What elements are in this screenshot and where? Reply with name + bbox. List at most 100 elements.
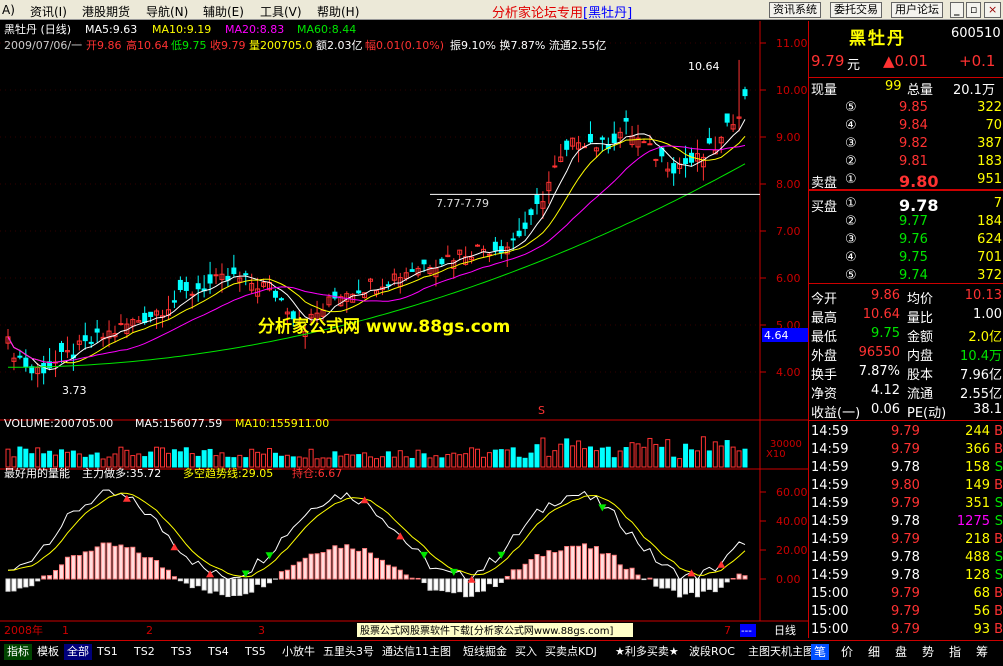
menu-item-assist[interactable]: 辅助(E) bbox=[203, 3, 244, 20]
volume-bar bbox=[385, 451, 391, 468]
volume-bar bbox=[165, 452, 171, 468]
indicator-bar bbox=[433, 578, 439, 591]
trade-button[interactable]: 委托交易 bbox=[830, 2, 882, 18]
bottom-tab[interactable]: 小放牛 bbox=[279, 644, 318, 660]
forum-button[interactable]: 用户论坛 bbox=[891, 2, 943, 18]
tick-volume: 56 bbox=[973, 604, 990, 619]
news-system-button[interactable]: 资讯系统 bbox=[769, 2, 821, 18]
candle bbox=[171, 300, 177, 303]
volume-bar bbox=[195, 455, 201, 468]
indicator-long-short: 多空趋势线:29.05 bbox=[183, 466, 273, 480]
candle bbox=[142, 312, 148, 324]
indicator-bar bbox=[35, 578, 41, 582]
sell-price: 9.81 bbox=[899, 154, 928, 169]
volume-unit: X10 bbox=[766, 449, 786, 460]
volume-bar bbox=[665, 439, 671, 468]
indicator-bar bbox=[671, 578, 677, 591]
period-label[interactable]: 日线 bbox=[774, 623, 796, 637]
quote-tab[interactable]: 笔 bbox=[811, 644, 829, 660]
indicator-bar bbox=[320, 552, 326, 580]
menu-item-help[interactable]: 帮助(H) bbox=[317, 3, 359, 20]
quote-tab[interactable]: 筹 bbox=[973, 644, 991, 660]
candle bbox=[421, 259, 427, 265]
indicator-bar bbox=[106, 542, 112, 580]
bottom-tab[interactable]: TS1 bbox=[94, 644, 121, 660]
tick-price: 9.78 bbox=[891, 460, 920, 475]
menu-item-tools[interactable]: 工具(V) bbox=[260, 3, 302, 20]
candle bbox=[724, 113, 730, 123]
sell-arrow-icon bbox=[420, 551, 429, 559]
bottom-tab[interactable]: TS2 bbox=[131, 644, 158, 660]
volume-bar bbox=[29, 453, 35, 468]
bottom-tab[interactable]: TS4 bbox=[205, 644, 232, 660]
kline-chart[interactable]: 黑牡丹 (日线) MA5:9.63 MA10:9.19 MA20:8.83 MA… bbox=[0, 21, 808, 638]
stock-code: 600510 bbox=[951, 26, 1001, 41]
tick-time: 14:59 bbox=[811, 442, 849, 457]
indicator-bar bbox=[534, 553, 540, 580]
volume-bar bbox=[53, 454, 59, 468]
bottom-tab[interactable]: 全部 bbox=[64, 644, 92, 660]
indicator-bar bbox=[314, 553, 320, 580]
tick-row: 14:59 9.80 149 B bbox=[809, 477, 1003, 495]
volume-bar bbox=[469, 447, 475, 468]
bottom-tab[interactable]: ★利多买卖★ bbox=[612, 644, 682, 660]
indicator-bar bbox=[397, 569, 403, 580]
divider bbox=[809, 283, 1003, 284]
bottom-tab[interactable]: 通达信11主图 bbox=[379, 644, 454, 660]
volume-bar bbox=[421, 453, 427, 468]
volume-bar bbox=[154, 446, 160, 468]
price-change: ▲0.01 bbox=[883, 52, 928, 70]
tick-time: 14:59 bbox=[811, 550, 849, 565]
divider bbox=[809, 420, 1003, 421]
indicator-bar bbox=[284, 569, 290, 580]
menu-item-hk-futures[interactable]: 港股期货 bbox=[82, 3, 130, 20]
more-label[interactable]: --- bbox=[741, 626, 752, 637]
bottom-tab[interactable]: TS5 bbox=[242, 644, 269, 660]
volume-bar bbox=[356, 454, 362, 468]
ad-banner[interactable]: 股票公式网股票软件下载[分析家公式网www.88gs.com] bbox=[360, 624, 614, 637]
bottom-tab[interactable]: 买卖点KDJ bbox=[542, 644, 600, 660]
menu-item-navigate[interactable]: 导航(N) bbox=[146, 3, 188, 20]
menu-item[interactable]: A) bbox=[2, 3, 15, 17]
restore-button[interactable]: ▫ bbox=[966, 2, 982, 18]
indicator-bar bbox=[17, 578, 23, 589]
x-label-2008: 2008年 bbox=[4, 623, 43, 637]
bottom-tab[interactable]: 五里头3号 bbox=[320, 644, 377, 660]
quote-tab[interactable]: 价 bbox=[838, 644, 856, 660]
quote-tab[interactable]: 细 bbox=[865, 644, 883, 660]
minimize-button[interactable]: _ bbox=[950, 2, 964, 18]
close-button[interactable]: × bbox=[984, 2, 1002, 18]
bottom-tab[interactable]: 短线掘金 bbox=[460, 644, 510, 660]
volume-bar bbox=[582, 448, 588, 468]
indicator-bar bbox=[5, 578, 11, 592]
bottom-tab[interactable]: 指标 bbox=[4, 644, 32, 660]
quote-tab[interactable]: 指 bbox=[946, 644, 964, 660]
bottom-tab[interactable]: 主图天机主图 bbox=[745, 644, 817, 660]
stat-label: 外盘 bbox=[811, 349, 838, 364]
tick-flag: B bbox=[994, 424, 1003, 439]
candle bbox=[94, 328, 100, 333]
bottom-tab[interactable]: 买入 bbox=[512, 644, 540, 660]
indicator-main-force: 主力做多:35.72 bbox=[82, 466, 161, 480]
x-label-1: 1 bbox=[62, 624, 69, 637]
indicator-title: 最好用的量能 bbox=[4, 466, 70, 480]
stat-row: 外盘 96550 内盘 10.4万 bbox=[809, 344, 1003, 364]
indicator-bar bbox=[700, 578, 706, 592]
volume-bar bbox=[249, 448, 255, 468]
volume-bar bbox=[284, 454, 290, 468]
quote-tab[interactable]: 盘 bbox=[892, 644, 910, 660]
volume-bar bbox=[118, 446, 124, 468]
indicator-bar bbox=[498, 578, 504, 583]
candle bbox=[647, 143, 653, 146]
bottom-tab[interactable]: TS3 bbox=[168, 644, 195, 660]
bottom-tab[interactable]: 波段ROC bbox=[686, 644, 738, 660]
quote-tab[interactable]: 势 bbox=[919, 644, 937, 660]
menu-item-news[interactable]: 资讯(I) bbox=[30, 3, 67, 20]
indicator-bar bbox=[338, 547, 344, 580]
indicator-bar bbox=[528, 559, 534, 580]
bottom-tab[interactable]: 模板 bbox=[34, 644, 62, 660]
chart-area[interactable]: 黑牡丹 (日线) MA5:9.63 MA10:9.19 MA20:8.83 MA… bbox=[0, 21, 808, 638]
volume-bar bbox=[171, 449, 177, 468]
tick-volume: 158 bbox=[965, 460, 990, 475]
tick-volume: 488 bbox=[965, 550, 990, 565]
